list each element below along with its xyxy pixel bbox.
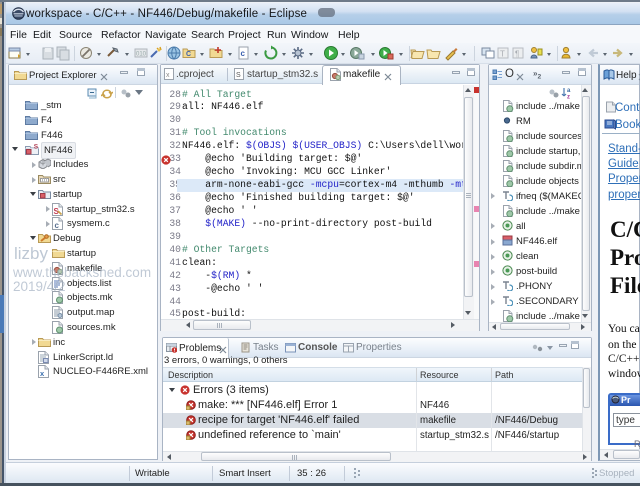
svg-text:x: x [166, 72, 170, 79]
svg-text:¶: ¶ [515, 50, 519, 59]
svg-text:c: c [241, 49, 246, 58]
svg-text:S: S [34, 144, 39, 151]
svg-text:T: T [500, 50, 505, 59]
svg-text:c: c [55, 221, 60, 230]
svg-text:S: S [236, 72, 241, 79]
svg-text:010: 010 [136, 52, 147, 58]
svg-text:a: a [567, 88, 571, 94]
svg-text:C: C [186, 51, 191, 58]
